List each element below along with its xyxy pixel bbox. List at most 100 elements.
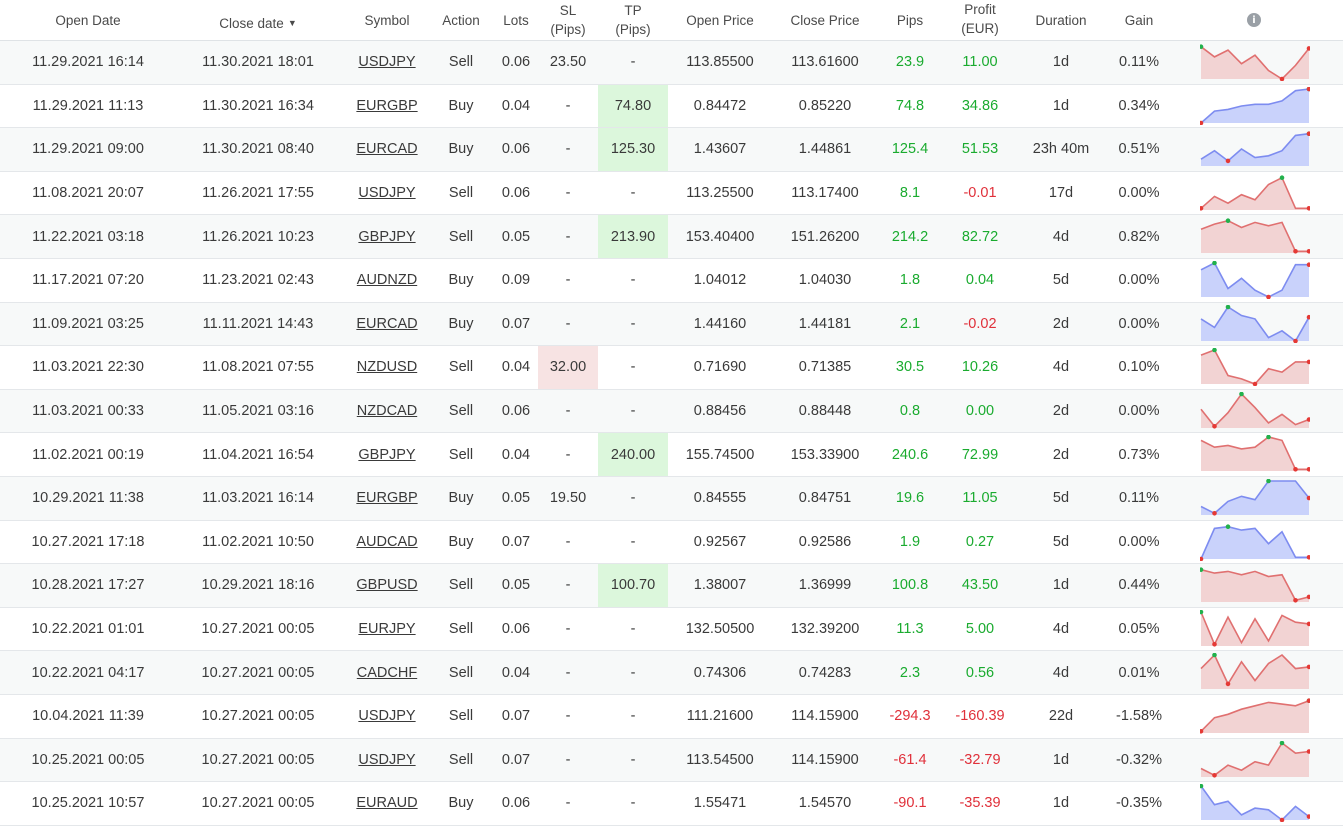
stop-loss-value: - (565, 185, 571, 202)
cell-symbol[interactable]: GBPUSD (345, 564, 429, 607)
cell-symbol[interactable]: EURGBP (345, 85, 429, 128)
symbol-value[interactable]: USDJPY (358, 752, 415, 768)
action-value: Buy (448, 795, 474, 812)
cell-lots: 0.05 (492, 215, 540, 258)
sparkline-area (1201, 526, 1309, 559)
header-action[interactable]: Action (430, 0, 492, 40)
cell-symbol[interactable]: AUDNZD (345, 259, 429, 302)
cell-close-price: 1.54570 (772, 782, 878, 825)
cell-gain: 0.34% (1104, 85, 1174, 128)
info-icon[interactable]: i (1247, 13, 1261, 27)
cell-take-profit: 100.70 (598, 564, 668, 607)
symbol-value[interactable]: NZDCAD (357, 403, 417, 419)
header-gain[interactable]: Gain (1104, 0, 1174, 40)
gain-value: 0.01% (1118, 664, 1160, 681)
open-price-value: 1.44160 (693, 315, 747, 332)
cell-lots: 0.06 (492, 128, 540, 171)
cell-symbol[interactable]: EURAUD (345, 782, 429, 825)
symbol-value[interactable]: EURCAD (356, 141, 417, 157)
cell-symbol[interactable]: AUDCAD (345, 521, 429, 564)
cell-open-date: 10.25.2021 00:05 (0, 739, 176, 782)
header-tp[interactable]: TP (Pips) (598, 0, 668, 40)
cell-symbol[interactable]: GBPJPY (345, 433, 429, 476)
cell-take-profit: - (598, 521, 668, 564)
open-price-value: 1.04012 (693, 272, 747, 289)
cell-lots: 0.06 (492, 782, 540, 825)
header-duration[interactable]: Duration (1018, 0, 1104, 40)
cell-symbol[interactable]: NZDUSD (345, 346, 429, 389)
lots-value: 0.09 (501, 272, 531, 289)
symbol-value[interactable]: AUDCAD (356, 534, 417, 550)
header-sl[interactable]: SL (Pips) (538, 0, 598, 40)
symbol-value[interactable]: USDJPY (358, 708, 415, 724)
cell-symbol[interactable]: GBPJPY (345, 215, 429, 258)
header-open-price[interactable]: Open Price (668, 0, 772, 40)
cell-close-price: 0.71385 (772, 346, 878, 389)
cell-symbol[interactable]: EURGBP (345, 477, 429, 520)
profit-value: 0.00 (965, 403, 995, 420)
header-sl-label: SL (559, 3, 577, 18)
cell-duration: 22d (1018, 695, 1104, 738)
cell-symbol[interactable]: USDJPY (345, 41, 429, 84)
cell-take-profit: 240.00 (598, 433, 668, 476)
cell-duration: 4d (1018, 608, 1104, 651)
symbol-value[interactable]: EURCAD (356, 316, 417, 332)
lots-value: 0.07 (501, 708, 531, 725)
cell-action: Buy (430, 782, 492, 825)
cell-duration: 1d (1018, 41, 1104, 84)
cell-duration: 2d (1018, 303, 1104, 346)
symbol-value[interactable]: EURAUD (356, 795, 417, 811)
header-info[interactable]: i (1233, 0, 1275, 40)
symbol-value[interactable]: EURGBP (356, 490, 417, 506)
symbol-value[interactable]: USDJPY (358, 185, 415, 201)
cell-profit: 0.27 (942, 521, 1018, 564)
cell-stop-loss: - (538, 608, 598, 651)
stop-loss-value: - (565, 272, 571, 289)
cell-symbol[interactable]: USDJPY (345, 739, 429, 782)
symbol-value[interactable]: GBPJPY (358, 447, 415, 463)
trade-sparkline (1200, 740, 1310, 778)
profit-value: 82.72 (961, 228, 999, 245)
cell-symbol[interactable]: USDJPY (345, 695, 429, 738)
symbol-value[interactable]: GBPUSD (356, 577, 417, 593)
cell-gain: 0.11% (1104, 41, 1174, 84)
table-row: 10.29.2021 11:38 11.03.2021 16:14 EURGBP Bu… (0, 476, 1343, 521)
cell-symbol[interactable]: EURJPY (345, 608, 429, 651)
symbol-value[interactable]: CADCHF (357, 665, 417, 681)
cell-close-price: 113.17400 (772, 172, 878, 215)
header-profit[interactable]: Profit (EUR) (942, 0, 1018, 40)
cell-action: Sell (430, 346, 492, 389)
header-pips[interactable]: Pips (878, 0, 942, 40)
cell-duration: 5d (1018, 521, 1104, 564)
header-symbol[interactable]: Symbol (345, 0, 429, 40)
cell-close-date: 11.23.2021 02:43 (176, 259, 340, 302)
cell-close-date: 10.29.2021 18:16 (176, 564, 340, 607)
header-open-date[interactable]: Open Date (0, 0, 176, 40)
cell-lots: 0.07 (492, 521, 540, 564)
trade-sparkline (1200, 86, 1310, 125)
symbol-value[interactable]: EURJPY (358, 621, 415, 637)
trade-sparkline (1200, 435, 1310, 472)
action-value: Sell (448, 228, 474, 245)
sparkline-low-point (1212, 772, 1217, 778)
cell-gain: 0.11% (1104, 477, 1174, 520)
cell-open-price: 0.71690 (668, 346, 772, 389)
header-lots[interactable]: Lots (492, 0, 540, 40)
open-date-value: 10.25.2021 10:57 (31, 795, 145, 812)
symbol-value[interactable]: NZDUSD (357, 359, 417, 375)
cell-symbol[interactable]: EURCAD (345, 303, 429, 346)
header-close-price[interactable]: Close Price (772, 0, 878, 40)
symbol-value[interactable]: EURGBP (356, 98, 417, 114)
cell-symbol[interactable]: NZDCAD (345, 390, 429, 433)
cell-symbol[interactable]: EURCAD (345, 128, 429, 171)
symbol-value[interactable]: AUDNZD (357, 272, 417, 288)
cell-duration: 1d (1018, 85, 1104, 128)
header-close-date[interactable]: Close date ▼ (176, 0, 340, 40)
cell-symbol[interactable]: CADCHF (345, 651, 429, 694)
symbol-value[interactable]: GBPJPY (358, 229, 415, 245)
cell-profit: -0.02 (942, 303, 1018, 346)
action-value: Sell (448, 708, 474, 725)
take-profit-value: - (630, 751, 636, 768)
symbol-value[interactable]: USDJPY (358, 54, 415, 70)
cell-symbol[interactable]: USDJPY (345, 172, 429, 215)
